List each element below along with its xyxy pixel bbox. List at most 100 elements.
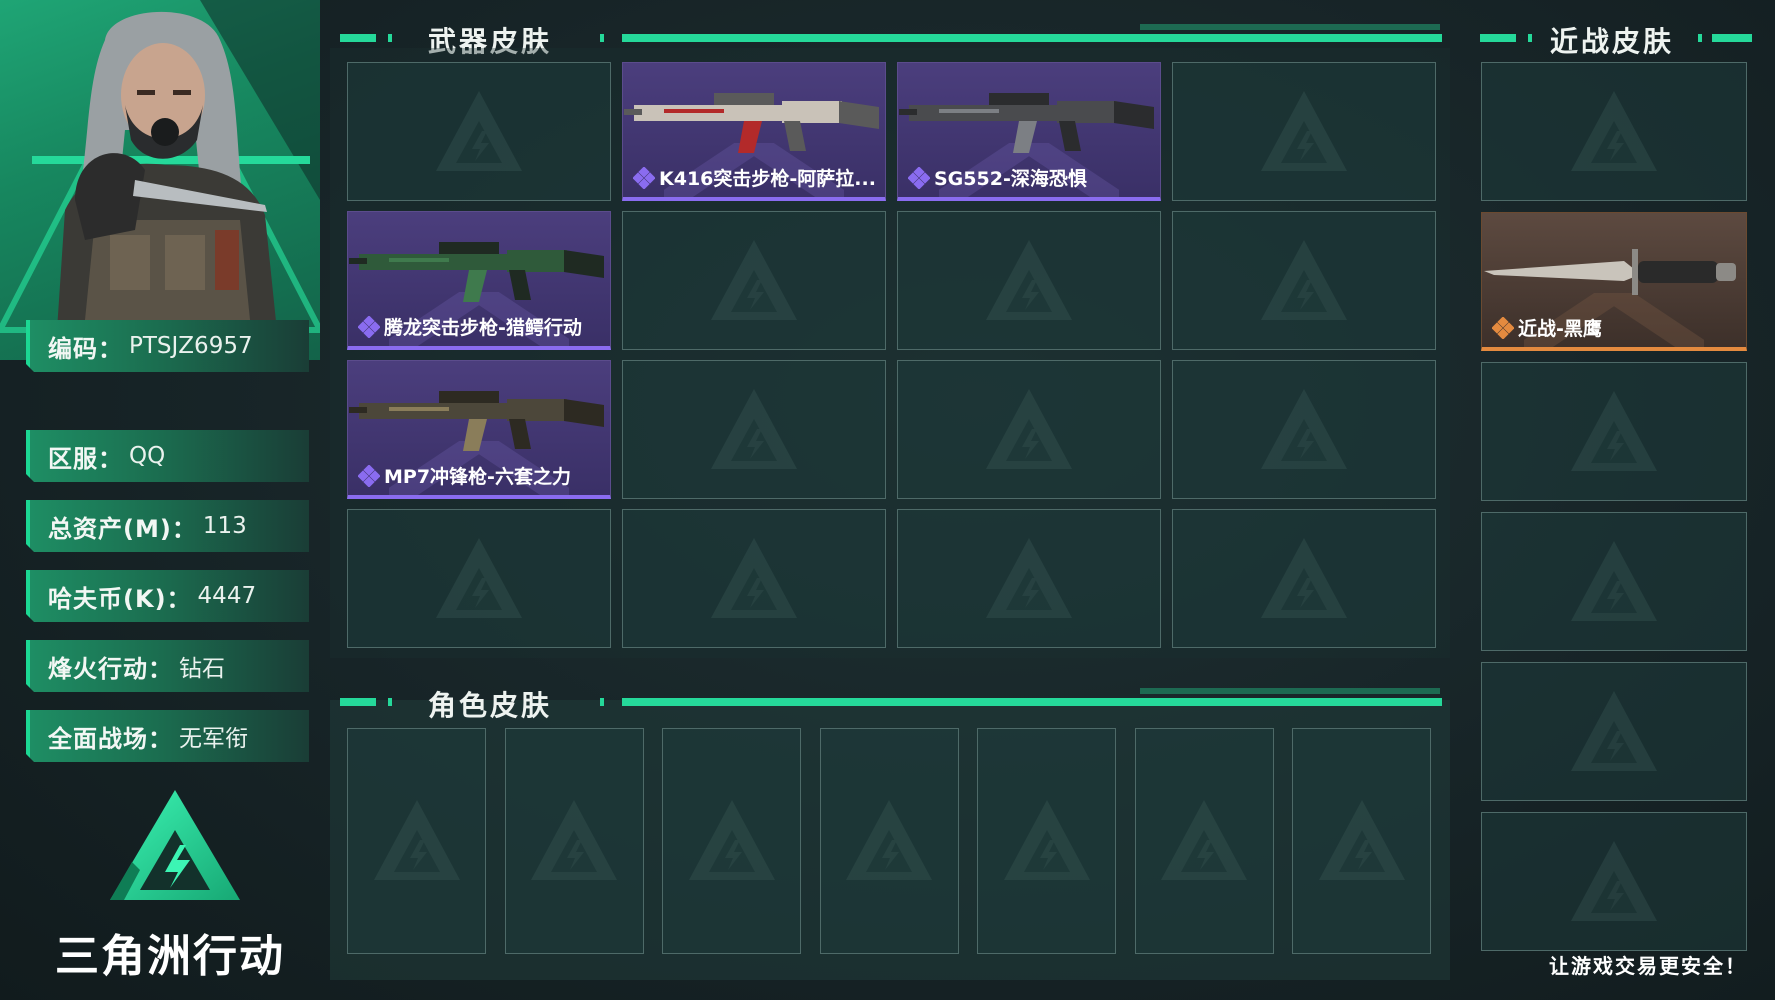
role-skin-slot[interactable] [662, 728, 801, 954]
weapon-image [899, 93, 1154, 153]
info-row-operation-rank: 烽火行动： 钻石 [26, 640, 309, 692]
role-skin-slot[interactable] [504, 728, 644, 954]
weapon-image [349, 242, 604, 302]
info-row-battlefield-rank: 全面战场： 无军衔 [26, 710, 309, 762]
placeholder-logo-icon [846, 800, 932, 880]
placeholder-logo-icon [1571, 390, 1657, 471]
weapon-skin-slot[interactable] [1172, 360, 1436, 499]
weapon-skin-slot[interactable] [622, 211, 886, 350]
info-value: QQ [129, 443, 166, 469]
rarity-diamond-icon [633, 166, 655, 189]
placeholder-logo-icon [1571, 840, 1657, 921]
item-name: K416突击步枪-阿萨拉... [659, 168, 876, 190]
item-label: K416突击步枪-阿萨拉... [633, 164, 879, 191]
info-value: PTSJZ6957 [129, 333, 253, 359]
footer-slogan: 让游戏交易更安全！ [1549, 954, 1747, 978]
weapon-skin-slot[interactable] [897, 360, 1161, 499]
weapon-skin-slot[interactable] [897, 211, 1161, 350]
brand-logo-icon [110, 790, 240, 900]
placeholder-logo-icon [711, 388, 797, 469]
placeholder-logo-icon [986, 537, 1072, 618]
weapon-image [349, 391, 604, 451]
role-skins-title: 角色皮肤 [428, 689, 553, 722]
weapon-skin-slot[interactable]: MP7冲锋枪-六套之力 [347, 360, 611, 499]
info-value: 113 [202, 513, 247, 539]
weapon-image [624, 93, 879, 153]
weapon-skin-slot[interactable] [1172, 211, 1436, 350]
placeholder-logo-icon [711, 537, 797, 618]
role-skin-slot[interactable] [1292, 728, 1431, 954]
melee-skin-slot[interactable] [1481, 662, 1747, 801]
item-name: 腾龙突击步枪-猎鳄行动 [384, 317, 582, 339]
weapon-skin-slot[interactable] [347, 62, 611, 201]
role-skins-header: 角色皮肤 [340, 682, 1450, 722]
weapon-skin-slot[interactable] [897, 509, 1161, 648]
info-row-havcoin: 哈夫币(K)： 4447 [26, 570, 309, 622]
info-label: 区服： [48, 444, 123, 473]
weapon-skin-slot[interactable] [622, 509, 886, 648]
character-portrait [55, 11, 280, 360]
info-label: 编码： [48, 334, 123, 363]
melee-skin-slot[interactable]: 近战-黑鹰 [1481, 212, 1747, 351]
weapon-skin-slot[interactable] [347, 509, 611, 648]
info-label: 全面战场： [48, 724, 173, 753]
weapon-skin-slot[interactable]: 腾龙突击步枪-猎鳄行动 [347, 211, 611, 350]
info-value: 钻石 [179, 656, 225, 682]
placeholder-logo-icon [1571, 690, 1657, 771]
rarity-diamond-icon [908, 166, 930, 189]
placeholder-logo-icon [1571, 540, 1657, 621]
placeholder-logo-icon [1571, 90, 1657, 171]
role-skin-slot[interactable] [1134, 728, 1274, 954]
item-name: SG552-深海恐惧 [934, 168, 1087, 190]
placeholder-logo-icon [1261, 537, 1347, 618]
weapon-skin-slot[interactable]: SG552-深海恐惧 [897, 62, 1161, 201]
placeholder-logo-icon [373, 800, 460, 880]
role-skin-slot[interactable] [347, 728, 486, 954]
item-label: 腾龙突击步枪-猎鳄行动 [358, 313, 604, 340]
placeholder-logo-icon [1161, 800, 1247, 880]
placeholder-logo-icon [986, 388, 1072, 469]
info-label: 总资产(M)： [48, 514, 197, 543]
melee-skin-slot[interactable] [1481, 362, 1747, 501]
info-row-code: 编码： PTSJZ6957 [26, 320, 309, 372]
placeholder-logo-icon [1261, 388, 1347, 469]
item-name: 近战-黑鹰 [1518, 318, 1602, 340]
placeholder-logo-icon [986, 239, 1072, 320]
item-label: MP7冲锋枪-六套之力 [358, 462, 604, 489]
info-row-server: 区服： QQ [26, 430, 309, 482]
melee-skins-header: 近战皮肤 [1480, 18, 1755, 58]
placeholder-logo-icon [1003, 800, 1090, 880]
knife-image [1484, 249, 1736, 295]
info-row-total-assets: 总资产(M)： 113 [26, 500, 309, 552]
item-label: 近战-黑鹰 [1492, 314, 1740, 341]
placeholder-logo-icon [1261, 239, 1347, 320]
melee-skin-slot[interactable] [1481, 62, 1747, 201]
info-value: 无军衔 [179, 726, 248, 752]
role-skin-slot[interactable] [977, 728, 1116, 954]
placeholder-logo-icon [436, 90, 522, 171]
weapon-skin-slot[interactable] [1172, 62, 1436, 201]
item-label: SG552-深海恐惧 [908, 164, 1154, 191]
rarity-diamond-icon [358, 315, 380, 338]
placeholder-logo-icon [1318, 800, 1405, 880]
weapon-skin-slot[interactable] [1172, 509, 1436, 648]
rarity-diamond-icon [1492, 316, 1514, 339]
profile-panel: 编码： PTSJZ6957 区服： QQ 总资产(M)： 113 哈夫币(K)：… [0, 0, 320, 1000]
info-label: 烽火行动： [48, 654, 173, 683]
role-skin-slot[interactable] [819, 728, 959, 954]
placeholder-logo-icon [711, 239, 797, 320]
melee-skins-title: 近战皮肤 [1550, 25, 1675, 58]
melee-skin-slot[interactable] [1481, 512, 1747, 651]
item-name: MP7冲锋枪-六套之力 [384, 466, 571, 488]
placeholder-logo-icon [531, 800, 617, 880]
placeholder-logo-icon [436, 537, 522, 618]
weapon-skin-slot[interactable]: K416突击步枪-阿萨拉... [622, 62, 886, 201]
melee-skin-slot[interactable] [1481, 812, 1747, 951]
weapon-skin-slot[interactable] [622, 360, 886, 499]
rarity-diamond-icon [358, 464, 380, 487]
info-value: 4447 [197, 583, 257, 609]
brand-name: 三角洲行动 [55, 931, 285, 982]
info-label: 哈夫币(K)： [48, 584, 192, 613]
placeholder-logo-icon [688, 800, 775, 880]
placeholder-logo-icon [1261, 90, 1347, 171]
